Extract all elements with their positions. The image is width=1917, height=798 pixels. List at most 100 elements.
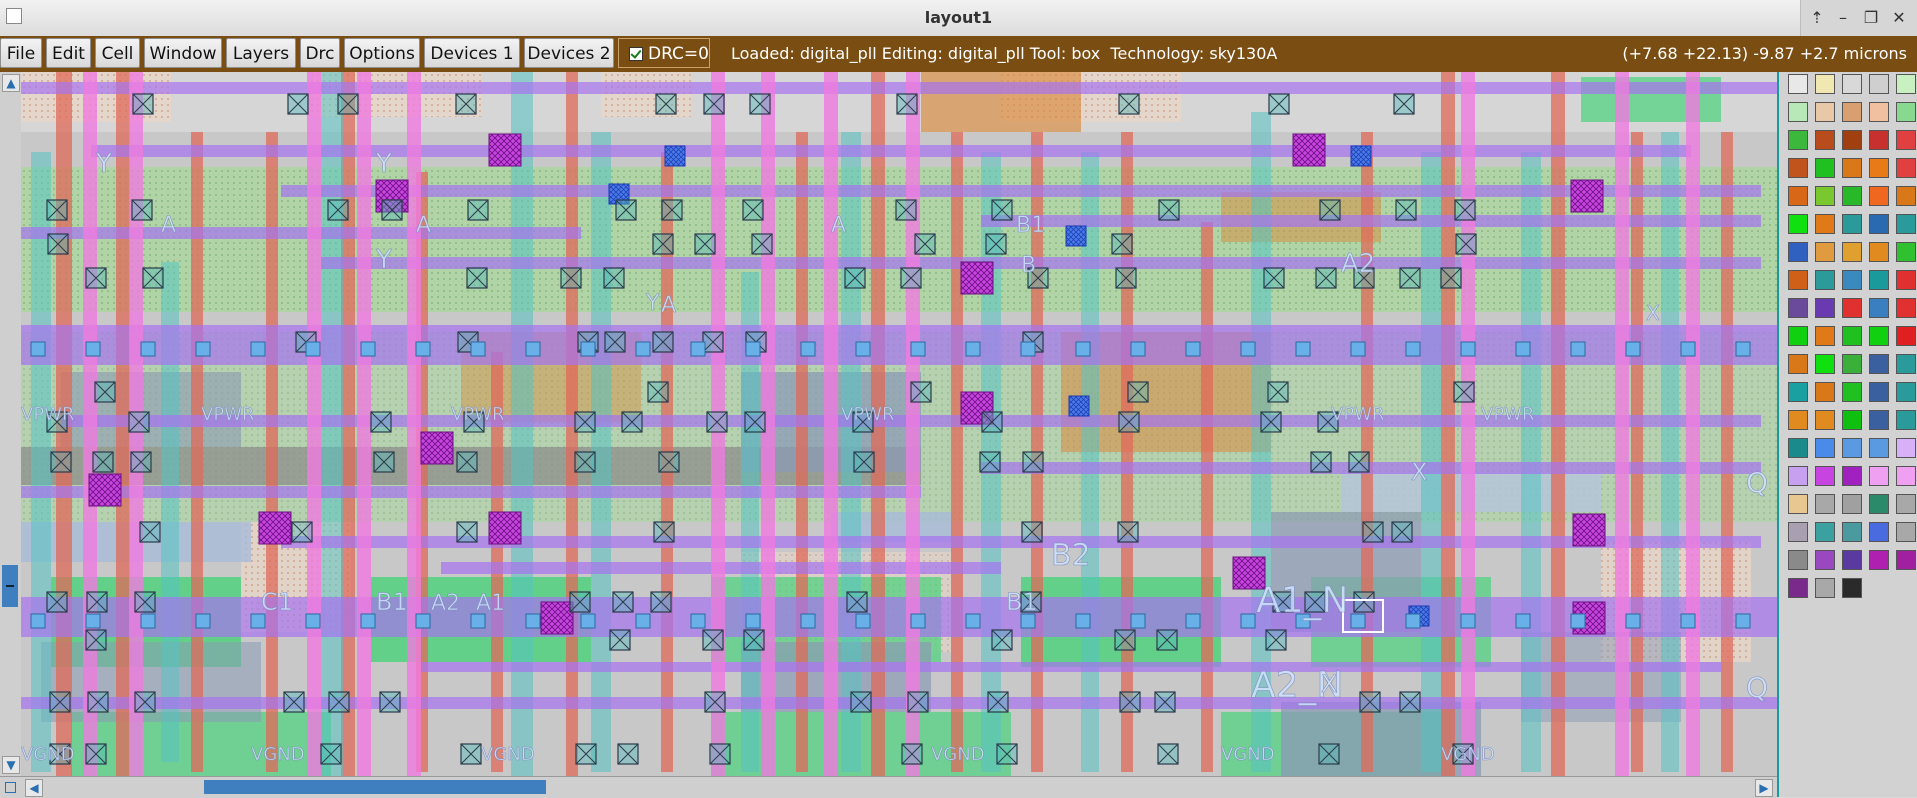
layer-swatch[interactable] [1869, 550, 1889, 570]
layer-swatch[interactable] [1815, 158, 1835, 178]
layer-swatch[interactable] [1788, 130, 1808, 150]
layer-swatch[interactable] [1842, 382, 1862, 402]
drc-toggle[interactable]: DRC=0 [618, 38, 710, 68]
layer-swatch[interactable] [1842, 242, 1862, 262]
layer-swatch[interactable] [1815, 74, 1835, 94]
layer-swatch[interactable] [1788, 158, 1808, 178]
menu-devices-2[interactable]: Devices 2 [524, 38, 614, 68]
menu-file[interactable]: File [0, 38, 42, 68]
layer-swatch[interactable] [1896, 270, 1916, 290]
layer-swatch[interactable] [1896, 410, 1916, 430]
layer-swatch[interactable] [1815, 550, 1835, 570]
layer-swatch[interactable] [1788, 326, 1808, 346]
layer-swatch[interactable] [1815, 438, 1835, 458]
layer-swatch[interactable] [1896, 550, 1916, 570]
layer-swatch[interactable] [1842, 326, 1862, 346]
layer-swatch[interactable] [1842, 130, 1862, 150]
layer-swatch[interactable] [1869, 410, 1889, 430]
horizontal-scrollbar[interactable]: ◀ ▶ [21, 776, 1777, 798]
layer-swatch[interactable] [1842, 74, 1862, 94]
layer-swatch[interactable] [1869, 158, 1889, 178]
layer-swatch[interactable] [1788, 466, 1808, 486]
layer-swatch[interactable] [1815, 326, 1835, 346]
layer-swatch[interactable] [1815, 410, 1835, 430]
layer-swatch[interactable] [1896, 326, 1916, 346]
layer-swatch[interactable] [1896, 382, 1916, 402]
layer-swatch[interactable] [1788, 550, 1808, 570]
scroll-right-icon[interactable]: ▶ [1755, 779, 1773, 797]
layer-swatch[interactable] [1869, 494, 1889, 514]
drc-checkbox[interactable] [629, 47, 643, 61]
layer-swatch[interactable] [1896, 494, 1916, 514]
layer-swatch[interactable] [1815, 102, 1835, 122]
layer-swatch[interactable] [1842, 102, 1862, 122]
layer-swatch[interactable] [1842, 410, 1862, 430]
layer-swatch[interactable] [1842, 550, 1862, 570]
layer-swatch[interactable] [1815, 186, 1835, 206]
vertical-scrollbar[interactable]: ▲ ▼ [0, 72, 22, 778]
layer-swatch[interactable] [1815, 578, 1835, 598]
layer-swatch[interactable] [1842, 270, 1862, 290]
layer-swatch[interactable] [1788, 270, 1808, 290]
layer-swatch[interactable] [1788, 438, 1808, 458]
layer-swatch[interactable] [1815, 242, 1835, 262]
menu-layers[interactable]: Layers [226, 38, 296, 68]
layer-swatch[interactable] [1788, 354, 1808, 374]
layer-swatch[interactable] [1842, 438, 1862, 458]
layer-swatch[interactable] [1869, 382, 1889, 402]
layer-swatch[interactable] [1815, 494, 1835, 514]
layer-swatch[interactable] [1869, 74, 1889, 94]
layer-swatch[interactable] [1869, 214, 1889, 234]
layer-swatch[interactable] [1869, 186, 1889, 206]
layout-canvas[interactable]: Y A Y A Y A B1 A A2 B Y X VPWR VPWR VPWR VPWR VPWR VPWR X B… [21, 72, 1777, 776]
layer-swatch[interactable] [1869, 270, 1889, 290]
layer-swatch[interactable] [1788, 494, 1808, 514]
layer-swatch[interactable] [1896, 354, 1916, 374]
menu-devices-1[interactable]: Devices 1 [424, 38, 520, 68]
layer-swatch[interactable] [1869, 298, 1889, 318]
layer-swatch[interactable] [1788, 382, 1808, 402]
layer-swatch[interactable] [1869, 242, 1889, 262]
layer-swatch[interactable] [1896, 242, 1916, 262]
layer-swatch[interactable] [1788, 242, 1808, 262]
layer-swatch[interactable] [1815, 466, 1835, 486]
layer-swatch[interactable] [1815, 382, 1835, 402]
scroll-up-icon[interactable]: ▲ [2, 74, 20, 92]
layer-swatch[interactable] [1842, 494, 1862, 514]
layer-swatch[interactable] [1869, 130, 1889, 150]
menu-edit[interactable]: Edit [46, 38, 91, 68]
raise-icon[interactable]: ⇡ [1805, 6, 1829, 30]
layer-swatch[interactable] [1788, 74, 1808, 94]
layer-swatch[interactable] [1815, 270, 1835, 290]
layer-swatch[interactable] [1788, 298, 1808, 318]
menu-cell[interactable]: Cell [95, 38, 140, 68]
layer-swatch[interactable] [1869, 466, 1889, 486]
layer-swatch[interactable] [1896, 186, 1916, 206]
layer-swatch[interactable] [1869, 326, 1889, 346]
layer-swatch[interactable] [1842, 522, 1862, 542]
layer-swatch[interactable] [1896, 466, 1916, 486]
layer-swatch[interactable] [1896, 522, 1916, 542]
maximize-icon[interactable]: ❐ [1859, 6, 1883, 30]
menu-drc[interactable]: Drc [300, 38, 340, 68]
layer-swatch[interactable] [1842, 186, 1862, 206]
layer-swatch[interactable] [1788, 186, 1808, 206]
menu-window[interactable]: Window [144, 38, 222, 68]
layer-swatch[interactable] [1842, 214, 1862, 234]
close-icon[interactable]: ✕ [1887, 6, 1911, 30]
layer-swatch[interactable] [1896, 74, 1916, 94]
layer-swatch[interactable] [1815, 214, 1835, 234]
horizontal-scroll-thumb[interactable] [204, 780, 546, 794]
layer-swatch[interactable] [1815, 130, 1835, 150]
layer-swatch[interactable] [1815, 522, 1835, 542]
layer-swatch[interactable] [1896, 298, 1916, 318]
layer-swatch[interactable] [1869, 438, 1889, 458]
layer-swatch[interactable] [1815, 354, 1835, 374]
layer-swatch[interactable] [1842, 578, 1862, 598]
layer-swatch[interactable] [1842, 158, 1862, 178]
layer-swatch[interactable] [1788, 410, 1808, 430]
layer-swatch[interactable] [1788, 102, 1808, 122]
layer-swatch[interactable] [1896, 214, 1916, 234]
scroll-left-icon[interactable]: ◀ [25, 779, 43, 797]
layer-swatch[interactable] [1842, 298, 1862, 318]
